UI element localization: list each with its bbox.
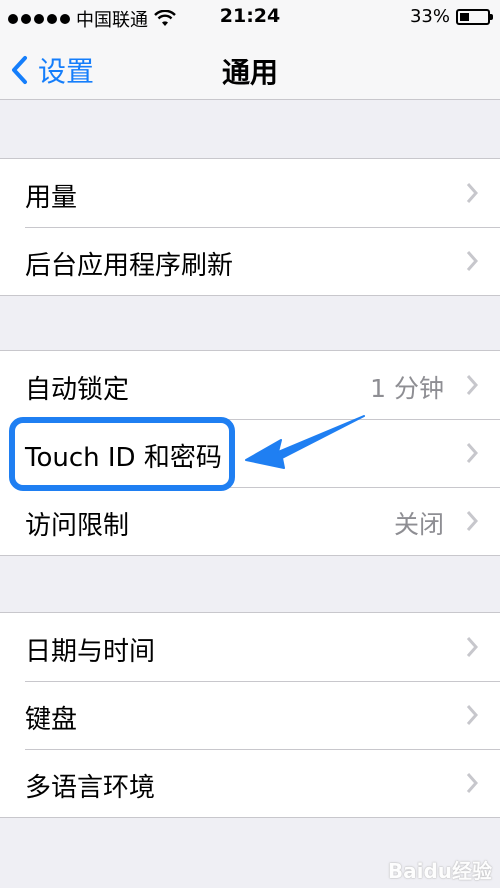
row-label: 后台应用程序刷新 bbox=[25, 251, 234, 281]
chevron-right-icon bbox=[466, 705, 478, 725]
battery-fill bbox=[460, 12, 469, 21]
row-label: 自动锁定 bbox=[25, 375, 130, 405]
row-auto-lock[interactable]: 自动锁定 1 分钟 bbox=[0, 351, 500, 419]
page-title: 通用 bbox=[221, 56, 278, 89]
row-label: 用量 bbox=[25, 183, 78, 213]
status-right: 33% bbox=[409, 6, 493, 27]
row-label: 日期与时间 bbox=[25, 637, 156, 667]
row-value: 关闭 bbox=[393, 510, 444, 539]
navigation-bar: 设置 通用 bbox=[0, 34, 500, 100]
row-background-app-refresh[interactable]: 后台应用程序刷新 bbox=[0, 227, 500, 295]
row-restrictions[interactable]: 访问限制 关闭 bbox=[0, 487, 500, 555]
chevron-right-icon bbox=[466, 773, 478, 793]
watermark: Baidu经验 bbox=[387, 859, 492, 883]
chevron-right-icon bbox=[466, 375, 478, 395]
chevron-right-icon bbox=[466, 637, 478, 657]
row-label: 多语言环境 bbox=[25, 773, 156, 803]
chevron-right-icon bbox=[466, 443, 478, 463]
row-value: 1 分钟 bbox=[370, 374, 444, 403]
chevron-right-icon bbox=[466, 511, 478, 531]
row-language-region[interactable]: 多语言环境 bbox=[0, 749, 500, 817]
settings-group-usage: 用量 后台应用程序刷新 bbox=[0, 158, 500, 296]
status-bar: 中国联通 21:24 33% bbox=[0, 0, 500, 34]
settings-group-locale: 日期与时间 键盘 多语言环境 bbox=[0, 612, 500, 818]
row-date-time[interactable]: 日期与时间 bbox=[0, 613, 500, 681]
row-label: 访问限制 bbox=[25, 511, 130, 541]
chevron-right-icon bbox=[466, 183, 478, 203]
row-usage[interactable]: 用量 bbox=[0, 159, 500, 227]
battery-icon bbox=[456, 8, 493, 25]
battery-percentage: 33% bbox=[409, 6, 450, 27]
row-label: 键盘 bbox=[25, 705, 78, 735]
arrow-icon bbox=[245, 415, 365, 469]
row-keyboard[interactable]: 键盘 bbox=[0, 681, 500, 749]
highlight-box bbox=[9, 417, 235, 491]
chevron-right-icon bbox=[466, 251, 478, 271]
